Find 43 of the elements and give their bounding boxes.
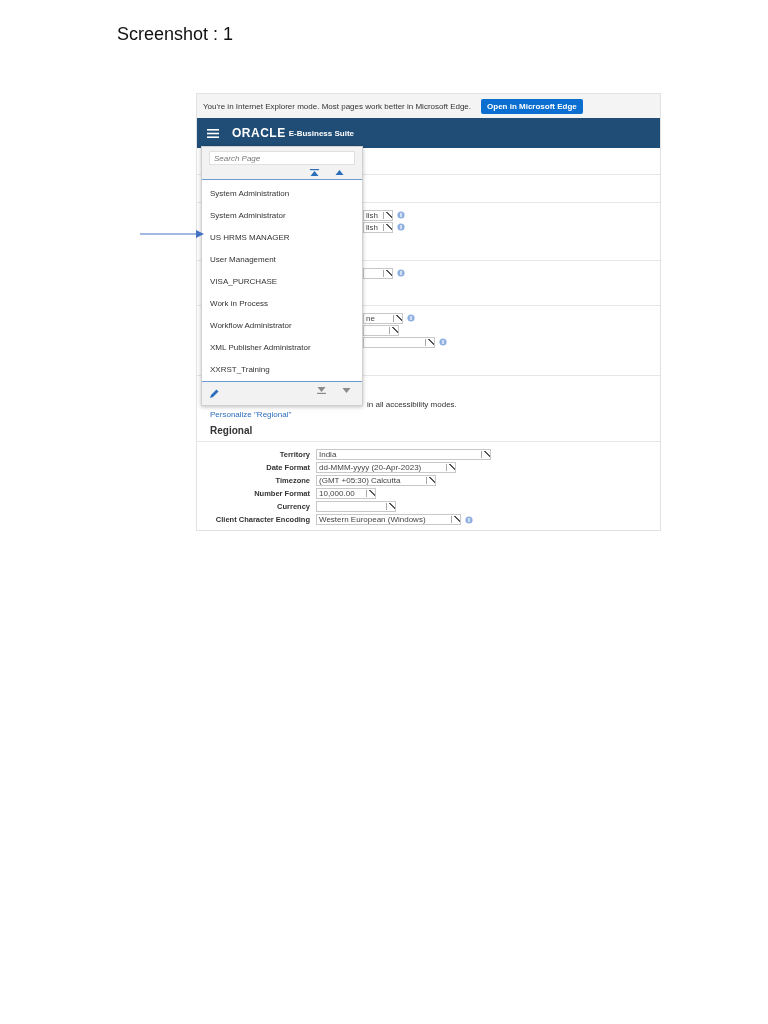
scroll-to-top-icon[interactable]: [310, 169, 319, 176]
dropdown-field[interactable]: [363, 336, 435, 348]
annotation-arrow: [140, 230, 204, 238]
dropdown-field[interactable]: India: [316, 449, 491, 460]
dropdown-field[interactable]: ne: [363, 312, 403, 324]
dropdown-field[interactable]: [363, 267, 393, 279]
menu-item[interactable]: US HRMS MANAGER: [202, 227, 362, 249]
pencil-icon[interactable]: [210, 389, 219, 398]
menu-icon[interactable]: [207, 128, 219, 138]
info-icon[interactable]: [407, 314, 415, 322]
search-field[interactable]: Search Page: [209, 151, 355, 165]
info-icon[interactable]: [465, 515, 473, 524]
menu-item[interactable]: XML Publisher Administrator: [202, 337, 362, 359]
dropdown-field[interactable]: (GMT +05:30) Calcutta: [316, 475, 436, 486]
menu-item[interactable]: VISA_PURCHASE: [202, 271, 362, 293]
accessibility-note: in all accessibility modes.: [367, 400, 457, 409]
oracle-logo: ORACLE: [232, 126, 286, 140]
menu-item[interactable]: User Management: [202, 249, 362, 271]
menu-item[interactable]: Work in Process: [202, 293, 362, 315]
menu-item[interactable]: System Administration: [202, 183, 362, 205]
section-title: Regional: [197, 421, 660, 442]
info-icon[interactable]: [397, 223, 405, 231]
dropdown-field[interactable]: [316, 501, 396, 512]
menu-item[interactable]: Workflow Administrator: [202, 315, 362, 337]
dropdown-field[interactable]: 10,000.00: [316, 488, 376, 499]
personalize-link[interactable]: Personalize "Regional": [210, 410, 292, 419]
document-heading: Screenshot : 1: [117, 23, 235, 45]
product-name: E-Business Suite: [288, 128, 355, 138]
info-icon[interactable]: [397, 269, 405, 277]
dropdown-field[interactable]: Western European (Windows): [316, 514, 461, 525]
ie-mode-message: You're in Internet Explorer mode. Most pages work better in Microsoft Edge.: [203, 101, 472, 111]
scroll-down-icon[interactable]: [342, 388, 351, 393]
info-icon[interactable]: [439, 338, 447, 346]
dropdown-field[interactable]: [363, 324, 399, 336]
open-in-edge-button[interactable]: Open in Microsoft Edge: [481, 98, 583, 114]
menu-item[interactable]: XXRST_Training: [202, 359, 362, 381]
scroll-to-bottom-icon[interactable]: [317, 387, 326, 394]
menu-item[interactable]: System Administrator: [202, 205, 362, 227]
dropdown-field[interactable]: dd-MMM-yyyy (20-Apr-2023): [316, 462, 456, 473]
dropdown-field[interactable]: lish: [363, 221, 393, 233]
dropdown-field[interactable]: lish: [363, 209, 393, 221]
scroll-up-icon[interactable]: [335, 170, 344, 175]
info-icon[interactable]: [397, 211, 405, 219]
